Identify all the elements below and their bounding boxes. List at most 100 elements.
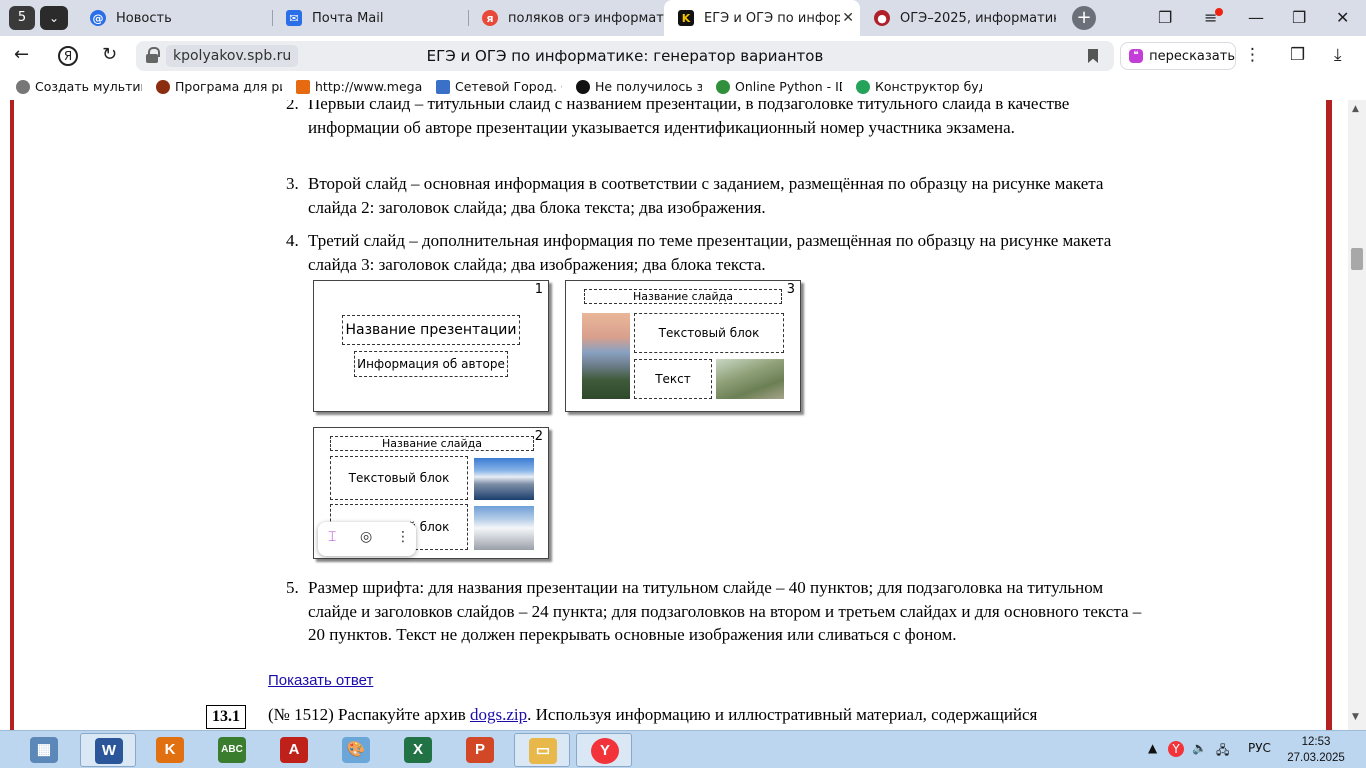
scroll-down-icon[interactable]: ▼ bbox=[1352, 712, 1359, 722]
tab-active-kpolyakov[interactable]: K ЕГЭ и ОГЭ по информат ✕ bbox=[664, 0, 860, 36]
network-icon[interactable]: 🖧 bbox=[1216, 741, 1229, 762]
close-icon[interactable]: ✕ bbox=[842, 10, 854, 26]
tab-title: ОГЭ–2025, информатика bbox=[900, 10, 1056, 26]
tab-mail[interactable]: ✉ Почта Mail bbox=[272, 0, 468, 36]
menu-icon[interactable]: ≡ bbox=[1204, 8, 1224, 27]
list-item: 2. Первый слайд – титульный слайд с назв… bbox=[286, 100, 1146, 139]
task-suffix: . Используя информацию и иллюстративный … bbox=[527, 705, 1038, 724]
yandex-logo-icon[interactable]: Я bbox=[58, 46, 78, 66]
list-number: 3. bbox=[286, 174, 299, 193]
tab-title: Почта Mail bbox=[312, 10, 384, 26]
bookmark-item[interactable]: Online Python - IDI bbox=[716, 79, 842, 94]
scroll-up-icon[interactable]: ▲ bbox=[1352, 104, 1359, 114]
bookmark-favicon bbox=[856, 79, 870, 94]
bookmark-label: Програма для ри bbox=[175, 79, 282, 94]
reload-icon[interactable]: ↻ bbox=[102, 44, 117, 65]
snow-mountain-image bbox=[474, 506, 534, 550]
chevron-down-icon[interactable]: ⌄ bbox=[40, 6, 68, 30]
back-icon[interactable]: ← bbox=[14, 44, 29, 65]
bookmark-item[interactable]: Сетевой Город. О bbox=[436, 79, 562, 94]
bookmark-item[interactable]: http://www.megal bbox=[296, 79, 422, 94]
volcano-image bbox=[582, 313, 630, 399]
language-indicator[interactable]: РУС bbox=[1248, 741, 1271, 755]
bookmark-label: Не получилось за bbox=[595, 79, 702, 94]
bookmark-label: http://www.megal bbox=[315, 79, 422, 94]
bookmark-item[interactable]: Програма для ри bbox=[156, 79, 282, 94]
download-icon[interactable]: ⤓ bbox=[1334, 45, 1342, 65]
calculator-icon: ▦ bbox=[30, 737, 58, 763]
task-number: 13.1 bbox=[206, 705, 246, 729]
tab-counter[interactable]: 5 bbox=[9, 6, 35, 30]
scrollbar[interactable] bbox=[1348, 100, 1366, 730]
bookmark-label: Создать мультик с bbox=[35, 79, 142, 94]
list-text: Третий слайд – дополнительная информация… bbox=[308, 231, 1112, 274]
bookmark-favicon bbox=[436, 79, 450, 94]
list-item: 5. Размер шрифта: для названия презентац… bbox=[286, 576, 1146, 647]
record-icon: ● bbox=[874, 10, 890, 26]
globe-icon bbox=[16, 79, 30, 94]
volume-icon[interactable]: 🔈 bbox=[1192, 741, 1207, 755]
taskbar-kumir[interactable]: K bbox=[142, 733, 198, 767]
taskbar-word[interactable]: W bbox=[80, 733, 136, 767]
quote-icon: ❝ bbox=[1129, 49, 1144, 63]
tab-oge[interactable]: ● ОГЭ–2025, информатика bbox=[860, 0, 1056, 36]
bookmark-favicon bbox=[576, 79, 590, 94]
tab-search[interactable]: я поляков огэ информатик bbox=[468, 0, 664, 36]
page-title: ЕГЭ и ОГЭ по информатике: генератор вари… bbox=[426, 47, 824, 65]
taskbar-excel[interactable]: X bbox=[390, 733, 446, 767]
list-text: Первый слайд – титульный слайд с названи… bbox=[308, 100, 1070, 137]
bookmark-item[interactable]: Конструктор буду bbox=[856, 79, 982, 94]
new-tab-button[interactable]: + bbox=[1072, 6, 1096, 30]
taskbar-powerpoint[interactable]: P bbox=[452, 733, 508, 767]
kumir-icon: K bbox=[156, 737, 184, 763]
page-content: ▲ ▼ 2. Первый слайд – титульный слайд с … bbox=[0, 100, 1366, 730]
pdf-icon: A bbox=[280, 737, 308, 763]
archive-link[interactable]: dogs.zip bbox=[470, 705, 527, 724]
task-text: (№ 1512) Распакуйте архив dogs.zip. Испо… bbox=[268, 705, 1037, 725]
yandex-tray-icon[interactable]: Y bbox=[1168, 741, 1184, 757]
image-actions-toolbar: ⌶ ◎ ⋮ bbox=[318, 522, 416, 556]
palette-icon: 🎨 bbox=[342, 737, 370, 763]
camera-icon[interactable]: ◎ bbox=[360, 529, 372, 545]
restore-icon[interactable]: ❐ bbox=[1292, 8, 1306, 27]
tab-title: ЕГЭ и ОГЭ по информат bbox=[704, 10, 840, 26]
collections-icon[interactable]: ❒ bbox=[1290, 45, 1305, 65]
clock[interactable]: 12:53 27.03.2025 bbox=[1286, 734, 1346, 766]
bookmarks-bar: Создать мультик с Програма для ри http:/… bbox=[0, 76, 1366, 100]
bookmark-label: Сетевой Город. О bbox=[455, 79, 562, 94]
list-number: 2. bbox=[286, 100, 299, 113]
slide-number: 2 bbox=[534, 429, 543, 444]
clock-time: 12:53 bbox=[1301, 736, 1331, 748]
slide-text-block: Текстовый блок bbox=[330, 456, 468, 500]
slide-title-box: Название слайда bbox=[330, 436, 534, 451]
taskbar-pdf[interactable]: A bbox=[266, 733, 322, 767]
taskbar-explorer[interactable]: ▭ bbox=[514, 733, 570, 767]
page-border-right bbox=[1326, 100, 1332, 730]
tab-strip: 5 ⌄ @ Новость ✉ Почта Mail я поляков огэ… bbox=[0, 0, 1366, 36]
taskbar-yandex[interactable]: Y bbox=[576, 733, 632, 767]
more-vertical-icon[interactable]: ⋮ bbox=[396, 529, 410, 545]
slide-title-box: Название презентации bbox=[342, 315, 520, 345]
bookmark-item[interactable]: Создать мультик с bbox=[16, 79, 142, 94]
tab-news[interactable]: @ Новость bbox=[76, 0, 272, 36]
yandex-browser-icon: Y bbox=[591, 738, 619, 764]
show-answer-link[interactable]: Показать ответ bbox=[268, 672, 373, 689]
taskbar-calculator[interactable]: ▦ bbox=[16, 733, 72, 767]
list-text: Второй слайд – основная информация в соо… bbox=[308, 174, 1104, 217]
taskbar-abc[interactable]: ABC bbox=[204, 733, 260, 767]
text-recognition-icon[interactable]: ⌶ bbox=[328, 529, 336, 545]
scrollbar-thumb[interactable] bbox=[1351, 248, 1363, 270]
slide-layout-3: 3 Название слайда Текстовый блок Текст bbox=[565, 280, 801, 412]
bookmark-item[interactable]: Не получилось за bbox=[576, 79, 702, 94]
close-window-icon[interactable]: ✕ bbox=[1336, 8, 1349, 27]
retell-button[interactable]: ❝ пересказать bbox=[1120, 42, 1236, 70]
collections-icon[interactable]: ❐ bbox=[1158, 8, 1172, 27]
more-vertical-icon[interactable]: ⋮ bbox=[1244, 45, 1261, 65]
minimize-icon[interactable]: — bbox=[1248, 8, 1264, 27]
bookmark-favicon bbox=[716, 79, 730, 94]
valley-image bbox=[716, 359, 784, 399]
address-bar[interactable]: kpolyakov.spb.ru ЕГЭ и ОГЭ по информатик… bbox=[136, 41, 1114, 71]
taskbar-paint[interactable]: 🎨 bbox=[328, 733, 384, 767]
bookmark-label: Конструктор буду bbox=[875, 79, 982, 94]
show-hidden-icons-icon[interactable]: ▲ bbox=[1148, 741, 1157, 755]
